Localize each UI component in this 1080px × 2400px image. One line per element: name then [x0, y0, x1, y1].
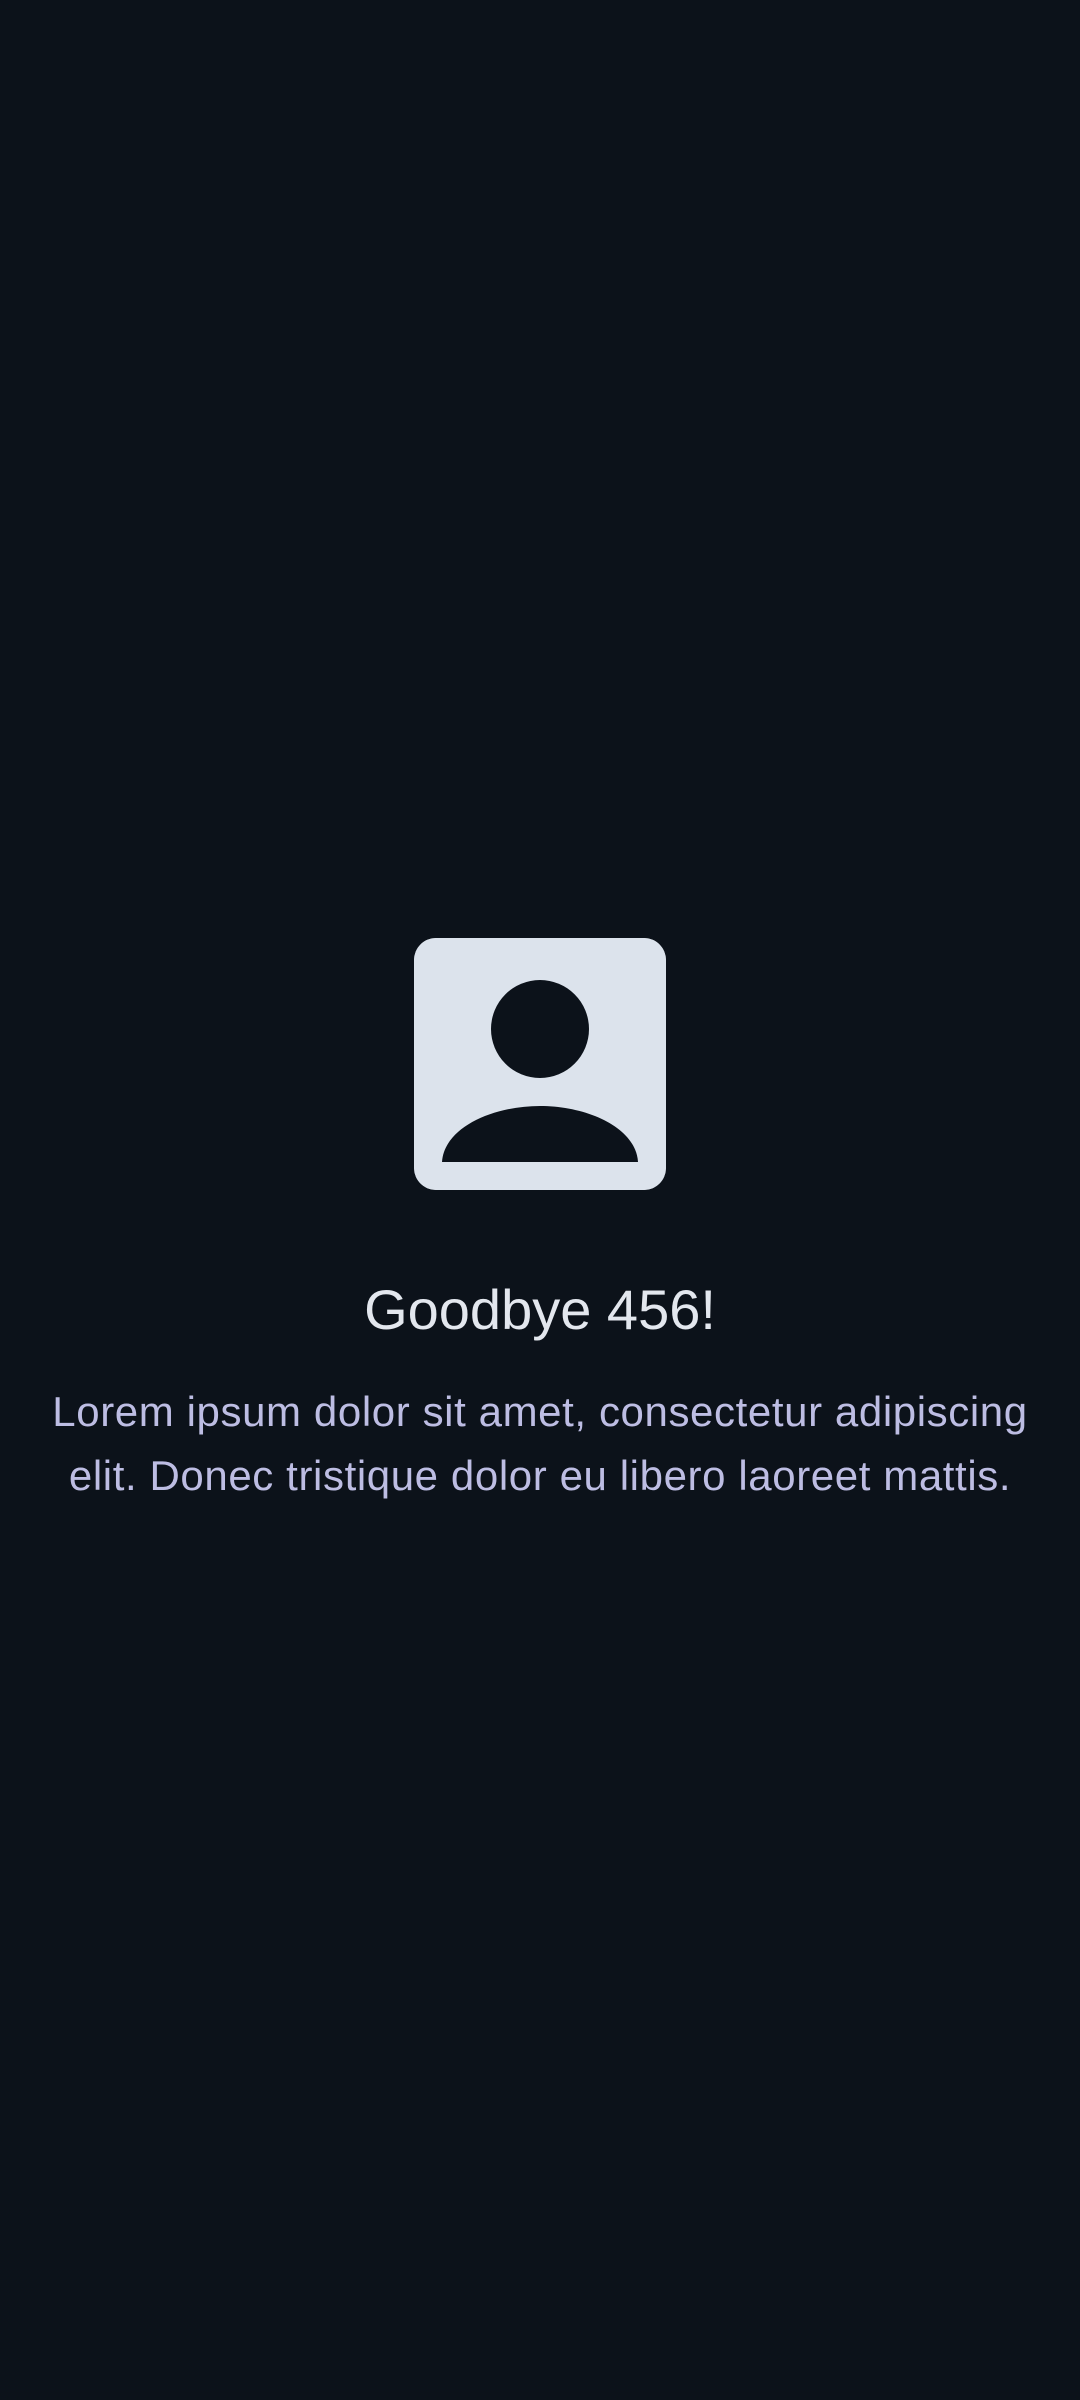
page-title: Goodbye 456!	[364, 1278, 716, 1341]
avatar	[414, 938, 666, 1190]
description-text: Lorem ipsum dolor sit amet, consectetur …	[52, 1388, 1028, 1499]
goodbye-screen: Goodbye 456! Lorem ipsum dolor sit amet,…	[0, 0, 1080, 2400]
person-placeholder-icon	[414, 938, 666, 1190]
